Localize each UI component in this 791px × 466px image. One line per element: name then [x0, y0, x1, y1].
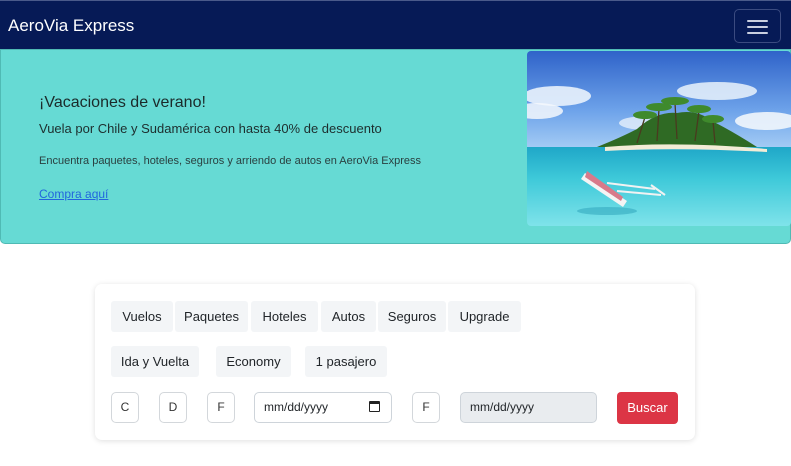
buy-now-link[interactable]: Compra aquí [39, 187, 108, 201]
tab-vuelos[interactable]: Vuelos [111, 301, 173, 332]
brand-logo-text[interactable]: AeroVia Express [8, 16, 134, 36]
hamburger-menu-icon-line [747, 26, 768, 28]
return-date-placeholder: mm/dd/yyyy [470, 400, 535, 414]
hamburger-menu-icon [747, 20, 768, 22]
promo-description: Encuentra paquetes, hoteles, seguros y a… [39, 155, 421, 167]
tab-paquetes[interactable]: Paquetes [175, 301, 248, 332]
return-field-input[interactable]: F [412, 392, 440, 423]
flight-search-card: Vuelos Paquetes Hoteles Autos Seguros Up… [95, 284, 695, 440]
tab-upgrade[interactable]: Upgrade [448, 301, 521, 332]
calendar-icon[interactable] [369, 401, 380, 412]
passengers-select[interactable]: 1 pasajero [305, 346, 387, 377]
hamburger-menu-icon-line [747, 32, 768, 34]
cabin-class-select[interactable]: Economy [216, 346, 291, 377]
search-button[interactable]: Buscar [617, 392, 678, 424]
tab-hoteles[interactable]: Hoteles [251, 301, 318, 332]
tab-seguros[interactable]: Seguros [378, 301, 446, 332]
promo-subtitle: Vuela por Chile y Sudamérica con hasta 4… [39, 121, 382, 136]
field-f-input[interactable]: F [207, 392, 235, 423]
departure-date-input[interactable]: mm/dd/yyyy [254, 392, 392, 423]
trip-type-select[interactable]: Ida y Vuelta [111, 346, 199, 377]
promo-title: ¡Vacaciones de verano! [39, 94, 206, 111]
top-navbar: AeroVia Express [0, 0, 791, 49]
origin-input[interactable]: C [111, 392, 139, 423]
tab-autos[interactable]: Autos [321, 301, 376, 332]
promo-banner: ¡Vacaciones de verano! Vuela por Chile y… [0, 49, 791, 244]
promo-beach-image [527, 51, 791, 226]
hamburger-menu-button[interactable] [734, 9, 781, 43]
destination-input[interactable]: D [159, 392, 187, 423]
return-date-input: mm/dd/yyyy [460, 392, 597, 423]
departure-date-placeholder: mm/dd/yyyy [264, 400, 329, 414]
